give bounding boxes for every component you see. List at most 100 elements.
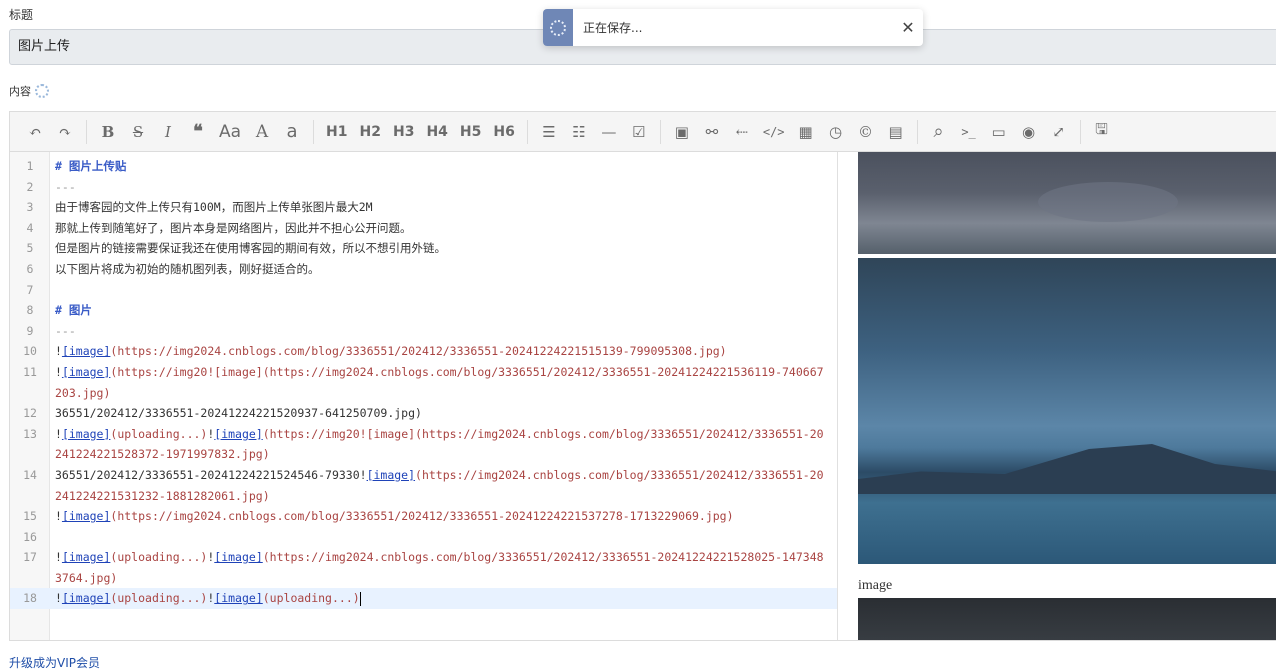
line-text[interactable]: 由于博客园的文件上传只有100M，而图片上传单张图片最大2M — [50, 197, 830, 218]
code-token: --- — [55, 323, 76, 338]
loading-spinner-icon — [35, 84, 49, 98]
line-number: 4 — [26, 220, 34, 235]
line-text[interactable]: ![image](uploading...)![image](uploading… — [50, 588, 830, 609]
code-line[interactable]: 5 但是图片的链接需要保证我还在使用博客园的期间有效，所以不想引用外链。 — [10, 238, 837, 259]
h5-button[interactable]: H5 — [456, 118, 485, 146]
pagebreak-icon[interactable]: ▤ — [883, 118, 909, 146]
code-line[interactable]: 12 36551/202412/3336551-20241224221520937… — [10, 403, 837, 424]
vip-upgrade-link[interactable]: 升级成为VIP会员 — [9, 654, 100, 671]
code-line[interactable]: 4 那就上传到随笔好了，图片本身是网络图片，因此并不担心公开问题。 — [10, 218, 837, 239]
code-line[interactable]: 14 36551/202412/3336551-20241224221524546… — [10, 465, 837, 506]
checkbox-icon[interactable]: ☑ — [626, 118, 652, 146]
uppercase-icon[interactable]: A — [249, 118, 275, 146]
line-text[interactable]: 36551/202412/3336551-20241224221524546-7… — [50, 465, 830, 506]
line-text[interactable]: ![image](uploading...)![image](https://i… — [50, 547, 830, 588]
fullscreen-icon[interactable]: ⤢ — [1046, 118, 1072, 146]
h1-button[interactable]: H1 — [322, 118, 351, 146]
toast-spinner-icon — [543, 9, 573, 46]
lowercase-icon[interactable]: a — [279, 118, 305, 146]
toolbar-divider — [313, 119, 315, 144]
h6-button[interactable]: H6 — [489, 118, 518, 146]
redo-icon[interactable]: ↷ — [52, 118, 78, 146]
line-text[interactable]: ![image](https://img20![image](https://i… — [50, 362, 830, 403]
code-line[interactable]: 7 — [10, 280, 837, 301]
line-number: 5 — [26, 241, 34, 256]
anchor-icon[interactable]: ⇠ — [729, 118, 755, 146]
code-line[interactable]: 2 --- — [10, 177, 837, 198]
line-text[interactable]: 36551/202412/3336551-20241224221520937-6… — [50, 403, 830, 424]
line-text[interactable]: --- — [50, 321, 830, 342]
watch-icon[interactable]: ◉ — [1016, 118, 1042, 146]
line-text[interactable]: # 图片上传贴 — [50, 156, 830, 177]
code-token: [image] — [214, 591, 263, 606]
close-icon[interactable]: ✕ — [893, 18, 923, 37]
code-line[interactable]: 16 — [10, 527, 837, 548]
code-token: ! — [55, 364, 62, 379]
line-text[interactable]: 以下图片将成为初始的随机图列表，刚好挺适合的。 — [50, 259, 830, 280]
code-line[interactable]: 13 ![image](uploading...)![image](https:/… — [10, 424, 837, 465]
bold-icon[interactable]: B — [95, 118, 121, 146]
code-token: [image] — [61, 509, 111, 524]
code-pane[interactable]: 1 # 图片上传贴 2 --- 3 由于博客园的文件上传只有100M，而图片上传单张图片最… — [10, 152, 838, 640]
code-token: [image] — [61, 426, 111, 441]
line-text[interactable]: 但是图片的链接需要保证我还在使用博客园的期间有效，所以不想引用外链。 — [50, 238, 830, 259]
datetime-icon[interactable]: ◷ — [823, 118, 849, 146]
line-text[interactable]: # 图片 — [50, 300, 830, 321]
line-text[interactable] — [50, 280, 830, 301]
line-text[interactable]: ![image](https://img2024.cnblogs.com/blo… — [50, 341, 830, 362]
horizontal-rule-icon[interactable]: — — [596, 118, 622, 146]
line-text[interactable] — [50, 527, 830, 548]
toolbar-divider — [659, 119, 661, 144]
terminal-icon[interactable]: >_ — [956, 118, 982, 146]
code-icon[interactable]: </> — [759, 118, 789, 146]
code-lines[interactable]: 1 # 图片上传贴 2 --- 3 由于博客园的文件上传只有100M，而图片上传单张图片最… — [10, 156, 837, 610]
code-line[interactable]: 8 # 图片 — [10, 300, 837, 321]
code-line[interactable]: 11 ![image](https://img20![image](https:/… — [10, 362, 837, 403]
code-token: (https://img2024.cnblogs.com/blog/333655… — [110, 344, 727, 359]
line-text[interactable]: 那就上传到随笔好了，图片本身是网络图片，因此并不担心公开问题。 — [50, 218, 830, 239]
code-line[interactable]: 17 ![image](uploading...)![image](https:/… — [10, 547, 837, 588]
h2-button[interactable]: H2 — [356, 118, 385, 146]
markdown-editor: ↶ ↷ B S I ❝ Aa A a H1 H2 H3 H4 H5 H6 ☰ ☷… — [9, 111, 1276, 641]
line-text[interactable]: ![image](uploading...)![image](https://i… — [50, 424, 830, 465]
h4-button[interactable]: H4 — [422, 118, 451, 146]
code-line[interactable]: 10 ![image](https://img2024.cnblogs.com/b… — [10, 341, 837, 362]
broken-image-alt: image — [858, 578, 893, 593]
h3-button[interactable]: H3 — [389, 118, 418, 146]
code-line[interactable]: 6 以下图片将成为初始的随机图列表，刚好挺适合的。 — [10, 259, 837, 280]
image-icon[interactable]: ▣ — [669, 118, 695, 146]
code-token: 那就上传到随笔好了，图片本身是网络图片，因此并不担心公开问题。 — [55, 220, 412, 235]
search-icon[interactable]: ⌕ — [926, 118, 952, 146]
table-icon[interactable]: ▦ — [793, 118, 819, 146]
code-token: ! — [55, 550, 62, 565]
line-number: 15 — [23, 509, 37, 524]
toolbar-divider — [526, 119, 528, 144]
saving-toast: 正在保存... ✕ — [543, 9, 923, 46]
line-text[interactable]: ![image](https://img2024.cnblogs.com/blo… — [50, 506, 830, 527]
uppercase-first-icon[interactable]: Aa — [215, 118, 245, 146]
code-line[interactable]: 3 由于博客园的文件上传只有100M，而图片上传单张图片最大2M — [10, 197, 837, 218]
unordered-list-icon[interactable]: ☰ — [536, 118, 562, 146]
code-token: ! — [55, 591, 62, 606]
preview-icon[interactable]: ▭ — [986, 118, 1012, 146]
undo-icon[interactable]: ↶ — [22, 118, 48, 146]
line-number: 6 — [26, 261, 34, 276]
line-text[interactable]: --- — [50, 177, 830, 198]
copyright-icon[interactable]: © — [853, 118, 879, 146]
code-token: --- — [55, 179, 76, 194]
italic-icon[interactable]: I — [155, 118, 181, 146]
link-icon[interactable]: ⚯ — [699, 118, 725, 146]
preview-image-mountain-night — [858, 258, 1276, 564]
line-number: 7 — [26, 282, 34, 297]
code-line[interactable]: 1 # 图片上传贴 — [10, 156, 837, 177]
code-token: [image] — [214, 550, 263, 565]
code-line[interactable]: 18 ![image](uploading...)![image](uploadi… — [10, 588, 837, 610]
code-line[interactable]: 9 --- — [10, 321, 837, 342]
strikethrough-icon[interactable]: S — [125, 118, 151, 146]
code-token: [image] — [61, 550, 111, 565]
quote-icon[interactable]: ❝ — [185, 118, 211, 146]
code-line[interactable]: 15 ![image](https://img2024.cnblogs.com/b… — [10, 506, 837, 527]
ordered-list-icon[interactable]: ☷ — [566, 118, 592, 146]
save-icon[interactable]: 🖫 — [1089, 118, 1115, 146]
code-token: (https://img2024.cnblogs.com/blog/333655… — [110, 509, 734, 524]
